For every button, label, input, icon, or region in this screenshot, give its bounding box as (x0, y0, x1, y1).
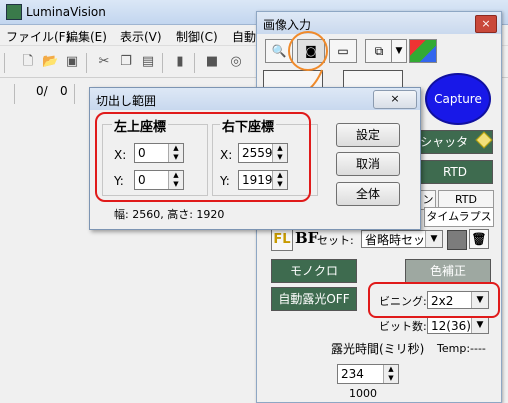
toolbar-separator (162, 53, 163, 73)
rtd-button[interactable]: RTD (417, 160, 493, 184)
chevron-down-icon: ▼ (471, 317, 488, 333)
exposure-value: 234 (341, 367, 364, 381)
temperature-readout: Temp:---- (437, 342, 486, 355)
set-color-swatch[interactable] (447, 230, 467, 250)
set-label: セット: (317, 234, 354, 247)
set-button[interactable]: 設定 (336, 123, 400, 147)
spin-down-icon[interactable]: ▼ (383, 374, 398, 383)
shutter-label: シャッタ (420, 135, 469, 149)
color-correction-button[interactable]: 色補正 (405, 259, 491, 283)
capture-button[interactable]: Capture (425, 73, 491, 125)
dialog-close-button[interactable]: × (373, 90, 417, 109)
shutter-button[interactable]: シャッタ (417, 130, 493, 154)
toolbar-separator (74, 84, 75, 104)
dialog-title: 切出し範囲 (96, 94, 157, 108)
frame-total: 0 (60, 84, 68, 98)
shutter-indicator-icon (475, 131, 493, 149)
fl-toggle[interactable]: FL (271, 229, 293, 251)
menu-view[interactable]: 表示(V) (120, 28, 162, 45)
bitdepth-select-value: 12(36) (431, 319, 471, 333)
menu-auto[interactable]: 自動 (232, 28, 256, 45)
frame-current: 0/ (36, 84, 48, 98)
book-icon[interactable]: ▮ (172, 54, 188, 70)
cancel-button[interactable]: 取消 (336, 152, 400, 176)
paste-icon[interactable]: ▤ (140, 54, 156, 70)
toolbar-separator (194, 53, 195, 73)
window-layout-icon[interactable]: ⧉ (365, 39, 393, 63)
panel-title-bar: 画像入力 × (257, 12, 501, 34)
bitdepth-label: ビット数: (379, 320, 427, 333)
tab-timelapse[interactable]: タイムラプス (424, 207, 494, 227)
menu-control[interactable]: 制御(C) (176, 28, 218, 45)
coordinates-highlight (95, 112, 311, 202)
bf-toggle[interactable]: BF (295, 229, 318, 247)
menu-file[interactable]: ファイル(F) (6, 28, 70, 45)
open-folder-icon[interactable]: 📂 (42, 54, 58, 70)
app-logo-icon (6, 4, 22, 20)
set-select[interactable]: 省略時セット ▼ (361, 230, 443, 248)
chevron-down-icon: ▼ (425, 231, 442, 247)
size-readout: 幅: 2560, 高さ: 1920 (114, 208, 225, 221)
copy-icon[interactable]: ❐ (118, 54, 134, 70)
app-title: LuminaVision (26, 5, 106, 19)
binning-highlight (368, 282, 500, 318)
new-file-icon[interactable]: 🗋 (20, 54, 36, 70)
highlight-circle (288, 31, 328, 71)
dialog-title-bar: 切出し範囲 × (90, 88, 420, 110)
monitor-icon[interactable]: ▭ (329, 39, 357, 63)
exposure-input[interactable]: 234 ▲ ▼ (337, 364, 399, 384)
auto-exposure-button[interactable]: 自動露光OFF (271, 287, 357, 311)
save-icon[interactable]: ▣ (64, 54, 80, 70)
stop-icon[interactable]: ■ (204, 54, 220, 70)
bitdepth-select[interactable]: 12(36) ▼ (427, 316, 489, 334)
toolbar-separator (4, 53, 5, 73)
exposure-label: 露光時間(ミリ秒) (331, 342, 425, 356)
menu-edit[interactable]: 編集(E) (66, 28, 107, 45)
select-all-button[interactable]: 全体 (336, 182, 400, 206)
toolbar-separator (86, 53, 87, 73)
monochrome-button[interactable]: モノクロ (271, 259, 357, 283)
cut-icon[interactable]: ✂ (96, 54, 112, 70)
color-channels-icon[interactable] (409, 39, 437, 63)
exposure-max-label: 1000 (349, 387, 377, 400)
layout-dropdown-icon[interactable]: ▼ (391, 39, 407, 63)
panel-close-button[interactable]: × (475, 15, 497, 33)
record-icon[interactable]: ◎ (228, 54, 244, 70)
toolbar-separator (14, 84, 15, 104)
trash-icon[interactable]: 🗑 (469, 229, 489, 249)
